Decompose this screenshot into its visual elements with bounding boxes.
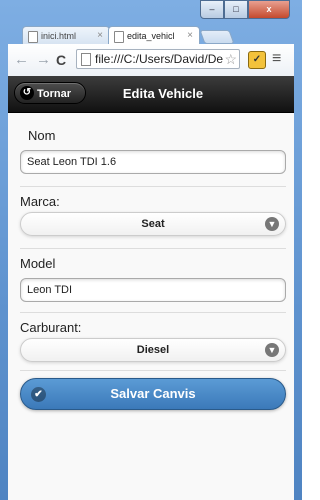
browser-window: inici.html × edita_vehicl × – □ x ← → C …: [0, 0, 302, 500]
tab-edita-vehicle[interactable]: edita_vehicl ×: [108, 26, 200, 44]
close-tab-icon[interactable]: ×: [187, 27, 193, 45]
marca-select[interactable]: Seat ▼: [20, 212, 286, 236]
extension-icon[interactable]: ✓: [248, 51, 266, 69]
back-button-label: Tornar: [37, 88, 72, 100]
nom-input[interactable]: Seat Leon TDI 1.6: [20, 150, 286, 174]
chevron-down-icon: ▼: [265, 217, 279, 231]
document-icon: [28, 31, 38, 43]
divider: [20, 186, 286, 187]
minimize-button[interactable]: –: [200, 0, 224, 19]
nom-label: Nom: [28, 128, 56, 143]
window-controls: – □ x: [200, 0, 290, 19]
divider: [20, 312, 286, 313]
model-input[interactable]: Leon TDI: [20, 278, 286, 302]
marca-label: Marca:: [20, 194, 60, 209]
chevron-down-icon: ▼: [265, 343, 279, 357]
carburant-select-value: Diesel: [136, 344, 170, 356]
reload-icon[interactable]: C: [56, 52, 66, 68]
back-arrow-icon[interactable]: ←: [14, 51, 29, 68]
back-button[interactable]: ↺ Tornar: [14, 82, 86, 104]
close-window-button[interactable]: x: [248, 0, 290, 19]
save-button-label: Salvar Canvis: [110, 386, 196, 401]
divider: [20, 248, 286, 249]
checkmark-icon: ✔: [31, 387, 46, 402]
tab-label: edita_vehicl: [127, 31, 175, 41]
close-tab-icon[interactable]: ×: [97, 27, 103, 45]
bookmark-star-icon[interactable]: ☆: [224, 50, 237, 68]
carburant-label: Carburant:: [20, 320, 82, 335]
browser-toolbar: ← → C file:///C:/Users/David/De ☆ ✓ ≡: [8, 44, 294, 77]
back-icon: ↺: [20, 86, 34, 100]
page-icon: [81, 53, 91, 66]
save-button[interactable]: ✔ Salvar Canvis: [20, 378, 286, 410]
model-label: Model: [20, 256, 56, 271]
marca-select-value: Seat: [141, 218, 165, 230]
tab-strip: inici.html × edita_vehicl × – □ x: [0, 0, 302, 44]
forward-arrow-icon[interactable]: →: [36, 51, 51, 68]
document-icon: [114, 31, 124, 43]
address-text: file:///C:/Users/David/De: [95, 52, 224, 66]
carburant-select[interactable]: Diesel ▼: [20, 338, 286, 362]
page-content: ↺ Tornar Edita Vehicle Nom Seat Leon TDI…: [8, 76, 294, 500]
page-header: ↺ Tornar Edita Vehicle: [8, 76, 294, 113]
menu-icon[interactable]: ≡: [272, 50, 281, 68]
divider: [20, 370, 286, 371]
tab-label: inici.html: [41, 31, 77, 41]
maximize-button[interactable]: □: [224, 0, 248, 19]
tab-inici[interactable]: inici.html ×: [22, 26, 110, 44]
address-bar[interactable]: file:///C:/Users/David/De ☆: [76, 49, 240, 69]
new-tab-button[interactable]: [199, 30, 235, 44]
page-title: Edita Vehicle: [122, 86, 204, 101]
